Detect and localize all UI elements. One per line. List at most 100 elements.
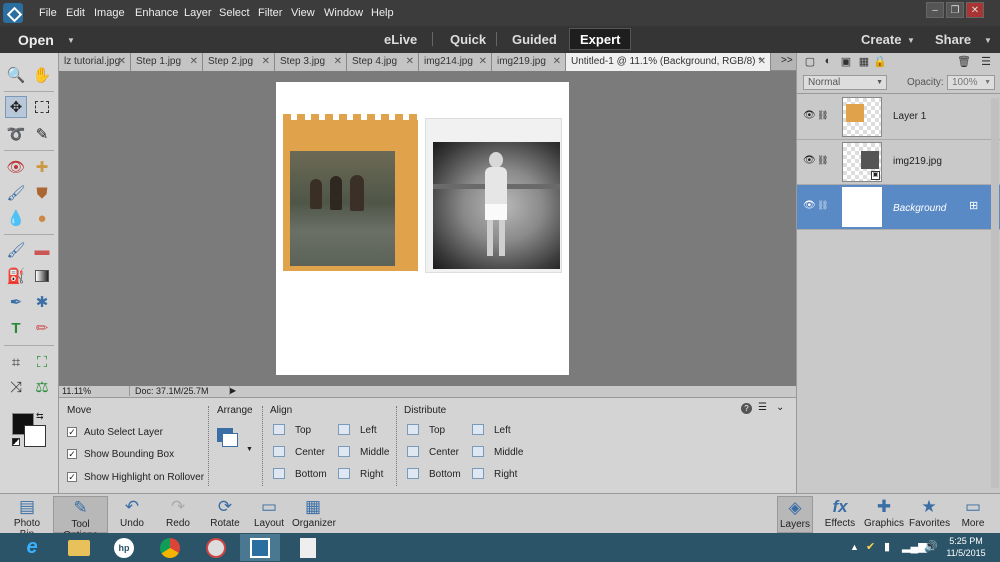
menu-select[interactable]: Select <box>219 7 250 19</box>
align-left-label[interactable]: Left <box>360 425 377 436</box>
auto-select-checkbox[interactable]: ✓ <box>67 427 77 437</box>
close-tab-icon[interactable]: ✕ <box>334 53 342 70</box>
tab-step3[interactable]: Step 3.jpg ✕ <box>275 53 347 71</box>
rotate-button[interactable]: ⟳ Rotate <box>206 496 244 533</box>
distribute-center-icon[interactable] <box>407 446 419 457</box>
chevron-down-icon[interactable]: ▼ <box>907 36 915 45</box>
close-tab-icon[interactable]: ✕ <box>190 53 198 70</box>
align-top-icon[interactable] <box>273 424 285 435</box>
link-icon[interactable]: ⛓ <box>817 200 828 211</box>
paint-bucket-icon[interactable]: ⛽ <box>5 265 27 287</box>
tray-chevron-icon[interactable]: ▲ <box>850 542 859 552</box>
content-aware-move-icon[interactable]: ⤨ <box>5 376 27 398</box>
quick-selection-icon[interactable]: ✎ <box>31 123 53 145</box>
custom-shape-icon[interactable]: ✱ <box>31 291 53 313</box>
tray-network-icon[interactable]: ▂▄▆ <box>902 540 927 553</box>
mode-quick[interactable]: Quick <box>450 32 486 47</box>
tab-step2[interactable]: Step 2.jpg ✕ <box>203 53 275 71</box>
distribute-top-label[interactable]: Top <box>429 425 445 436</box>
menu-help[interactable]: Help <box>371 7 394 19</box>
photo-layer-1[interactable] <box>283 114 418 271</box>
pencil-tool-icon[interactable]: ✏ <box>31 317 53 339</box>
link-icon[interactable]: ⛓ <box>817 110 828 121</box>
minimize-icon[interactable]: – <box>926 2 944 18</box>
tab-img214[interactable]: img214.jpg ✕ <box>419 53 492 71</box>
marquee-tool-icon[interactable] <box>31 96 53 118</box>
more-button[interactable]: ▭ More <box>958 496 988 533</box>
visibility-eye-icon[interactable]: 👁 <box>803 155 816 166</box>
align-right-icon[interactable] <box>338 468 350 479</box>
align-center-label[interactable]: Center <box>295 447 325 458</box>
effects-button[interactable]: fx Effects <box>823 496 857 533</box>
distribute-bottom-label[interactable]: Bottom <box>429 469 461 480</box>
close-tab-icon[interactable]: ✕ <box>262 53 270 70</box>
layer-mask-icon[interactable]: ▣ <box>839 55 853 69</box>
distribute-bottom-icon[interactable] <box>407 468 419 479</box>
open-button[interactable]: Open <box>18 32 54 48</box>
layer-row-background[interactable]: 👁 ⛓ Background ⊞ <box>797 185 1000 230</box>
brush-tool-icon[interactable]: 🖌 <box>5 239 27 261</box>
panel-scrollbar[interactable] <box>991 98 999 488</box>
document-canvas[interactable] <box>276 82 569 375</box>
menu-filter[interactable]: Filter <box>258 7 282 19</box>
align-left-icon[interactable] <box>338 424 350 435</box>
restore-icon[interactable]: ❐ <box>946 2 964 18</box>
close-tab-icon[interactable]: ✕ <box>758 53 766 70</box>
close-tab-icon[interactable]: ✕ <box>118 53 126 70</box>
options-menu-icon[interactable]: ☰ <box>758 402 767 413</box>
photo-app-icon[interactable] <box>196 534 236 561</box>
favorites-button[interactable]: ★ Favorites <box>909 496 950 533</box>
chrome-icon[interactable] <box>150 534 190 561</box>
distribute-middle-label[interactable]: Middle <box>494 447 523 458</box>
sponge-tool-icon[interactable]: ● <box>31 207 53 229</box>
tray-power-icon[interactable]: ▮ <box>884 540 890 553</box>
opacity-field[interactable]: 100% ▼ <box>947 75 995 90</box>
tab-untitled-1[interactable]: Untitled-1 @ 11.1% (Background, RGB/8) *… <box>566 53 771 71</box>
tab-lz-tutorial[interactable]: lz tutorial.jpg ✕ <box>59 53 131 71</box>
swap-colors-icon[interactable]: ⇆ <box>36 411 44 422</box>
align-bottom-label[interactable]: Bottom <box>295 469 327 480</box>
close-tab-icon[interactable]: ✕ <box>553 53 561 70</box>
organizer-button[interactable]: ▦ Organizer <box>292 496 336 533</box>
clock-time[interactable]: 5:25 PM <box>948 536 984 546</box>
menu-image[interactable]: Image <box>94 7 125 19</box>
red-eye-icon[interactable]: 👁 <box>5 156 27 178</box>
help-icon[interactable]: ? <box>741 403 752 414</box>
blend-mode-select[interactable]: Normal ▼ <box>803 75 887 90</box>
menu-view[interactable]: View <box>291 7 315 19</box>
eyedropper-icon[interactable]: ✒ <box>5 291 27 313</box>
align-bottom-icon[interactable] <box>273 468 285 479</box>
menu-file[interactable]: File <box>39 7 57 19</box>
chevron-down-icon[interactable]: ▼ <box>67 36 75 45</box>
photoshop-elements-taskbar-icon[interactable] <box>240 534 280 561</box>
new-layer-icon[interactable]: ▢ <box>803 55 817 69</box>
layer-lock-icon[interactable]: ⊞ <box>969 199 978 212</box>
layer-row-layer-1[interactable]: 👁 ⛓ Layer 1 <box>797 95 1000 140</box>
align-middle-icon[interactable] <box>338 446 350 457</box>
create-button[interactable]: Create <box>861 32 901 47</box>
layers-button[interactable]: ◈ Layers <box>777 496 813 533</box>
elements-app-icon[interactable] <box>3 3 23 23</box>
blur-tool-icon[interactable]: 💧 <box>5 207 27 229</box>
crop-tool-icon[interactable]: ⌗ <box>5 351 27 373</box>
photo-layer-img219[interactable] <box>425 118 562 273</box>
distribute-right-icon[interactable] <box>472 468 484 479</box>
distribute-right-label[interactable]: Right <box>494 469 517 480</box>
share-button[interactable]: Share <box>935 32 971 47</box>
zoom-tool-icon[interactable]: 🔍 <box>5 64 27 86</box>
lock-transparent-icon[interactable]: ▦ <box>857 55 871 69</box>
distribute-left-icon[interactable] <box>472 424 484 435</box>
tab-overflow-button[interactable]: >> <box>781 55 793 66</box>
tray-volume-icon[interactable]: 🔊 <box>924 540 938 553</box>
photo-bin-button[interactable]: ▤Photo Bin <box>6 496 48 540</box>
close-tab-icon[interactable]: ✕ <box>479 53 487 70</box>
clock-date[interactable]: 11/5/2015 <box>944 548 988 558</box>
distribute-center-label[interactable]: Center <box>429 447 459 458</box>
arrange-button[interactable]: ▼ <box>217 428 253 456</box>
trash-icon[interactable]: 🗑 <box>957 55 971 69</box>
menu-edit[interactable]: Edit <box>66 7 85 19</box>
tool-options-button[interactable]: ✎Tool Options <box>53 496 108 541</box>
align-middle-label[interactable]: Middle <box>360 447 389 458</box>
smart-brush-icon[interactable]: 🖌 <box>5 182 27 204</box>
distribute-left-label[interactable]: Left <box>494 425 511 436</box>
